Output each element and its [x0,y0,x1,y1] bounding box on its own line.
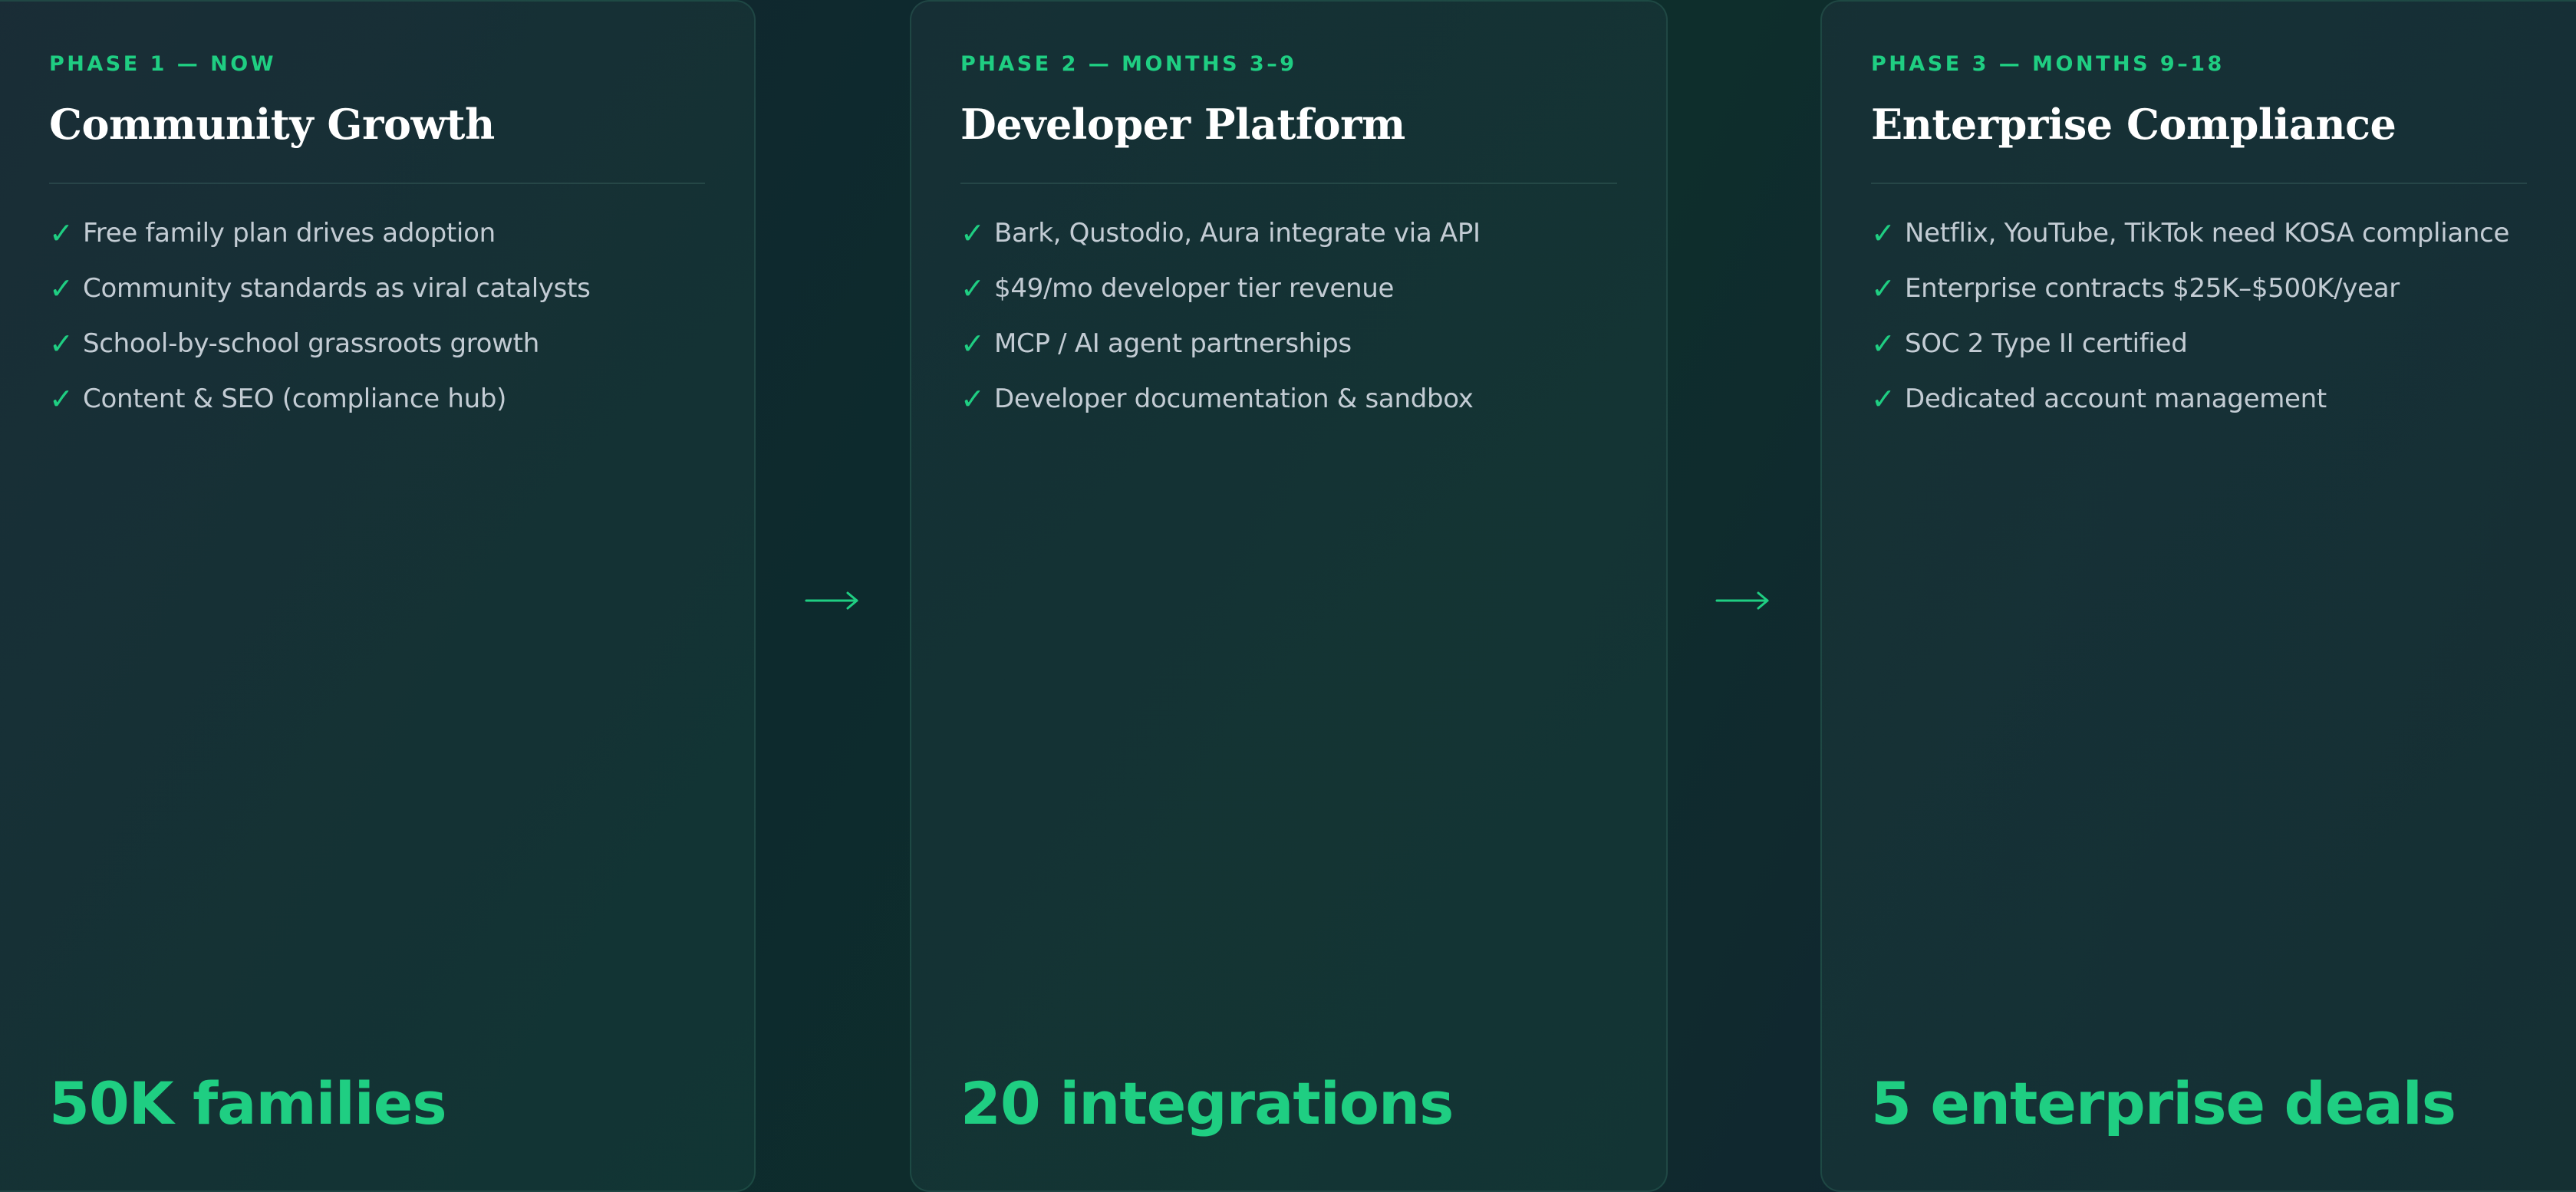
phase-metric: 20 integrations [960,1069,1454,1138]
check-icon: ✓ [1871,216,1896,250]
divider [960,183,1617,184]
feature-text: Enterprise contracts $25K–$500K/year [1905,273,2400,304]
list-item: ✓ Content & SEO (compliance hub) [49,371,591,426]
phase-label: PHASE 3 — MONTHS 9–18 [1871,52,2225,76]
list-item: ✓ Free family plan drives adoption [49,206,591,261]
list-item: ✓ MCP / AI agent partnerships [960,316,1481,371]
check-icon: ✓ [960,382,985,416]
phase-card-3: PHASE 3 — MONTHS 9–18 Enterprise Complia… [1820,0,2576,1192]
list-item: ✓ Developer documentation & sandbox [960,371,1481,426]
check-icon: ✓ [1871,327,1896,361]
phase-card-1: PHASE 1 — NOW Community Growth ✓ Free fa… [0,0,756,1192]
arrow-right-icon-graphic [1715,591,1769,610]
feature-list: ✓ Netflix, YouTube, TikTok need KOSA com… [1871,206,2509,426]
check-icon: ✓ [960,327,985,361]
feature-text: Content & SEO (compliance hub) [83,384,507,414]
list-item: ✓ Enterprise contracts $25K–$500K/year [1871,261,2509,316]
phase-label: PHASE 2 — MONTHS 3–9 [960,52,1297,76]
feature-text: Developer documentation & sandbox [994,384,1474,414]
feature-text: Netflix, YouTube, TikTok need KOSA compl… [1905,218,2510,249]
phase-title: Community Growth [49,100,495,149]
list-item: ✓ Community standards as viral catalysts [49,261,591,316]
feature-list: ✓ Free family plan drives adoption ✓ Com… [49,206,591,426]
phase-metric: 50K families [49,1069,447,1138]
check-icon: ✓ [49,272,74,305]
feature-text: Community standards as viral catalysts [83,273,591,304]
feature-text: Bark, Qustodio, Aura integrate via API [994,218,1481,249]
feature-list: ✓ Bark, Qustodio, Aura integrate via API… [960,206,1481,426]
phase-title: Developer Platform [960,100,1405,149]
phase-card-2: PHASE 2 — MONTHS 3–9 Developer Platform … [910,0,1668,1192]
divider [49,183,705,184]
feature-text: SOC 2 Type II certified [1905,328,2188,359]
arrow-right-icon-graphic [805,591,858,610]
feature-text: Free family plan drives adoption [83,218,496,249]
check-icon: ✓ [49,327,74,361]
feature-text: School-by-school grassroots growth [83,328,539,359]
list-item: ✓ SOC 2 Type II certified [1871,316,2509,371]
check-icon: ✓ [960,216,985,250]
feature-text: Dedicated account management [1905,384,2327,414]
feature-text: MCP / AI agent partnerships [994,328,1352,359]
check-icon: ✓ [1871,382,1896,416]
phase-label: PHASE 1 — NOW [49,52,276,76]
phase-title: Enterprise Compliance [1871,100,2396,149]
list-item: ✓ School-by-school grassroots growth [49,316,591,371]
arrow-right-icon [798,566,867,635]
list-item: ✓ Dedicated account management [1871,371,2509,426]
check-icon: ✓ [1871,272,1896,305]
check-icon: ✓ [49,382,74,416]
check-icon: ✓ [49,216,74,250]
divider [1871,183,2527,184]
arrow-right-icon [1708,566,1777,635]
feature-text: $49/mo developer tier revenue [994,273,1395,304]
list-item: ✓ Netflix, YouTube, TikTok need KOSA com… [1871,206,2509,261]
list-item: ✓ Bark, Qustodio, Aura integrate via API [960,206,1481,261]
check-icon: ✓ [960,272,985,305]
list-item: ✓ $49/mo developer tier revenue [960,261,1481,316]
phase-metric: 5 enterprise deals [1871,1069,2456,1138]
